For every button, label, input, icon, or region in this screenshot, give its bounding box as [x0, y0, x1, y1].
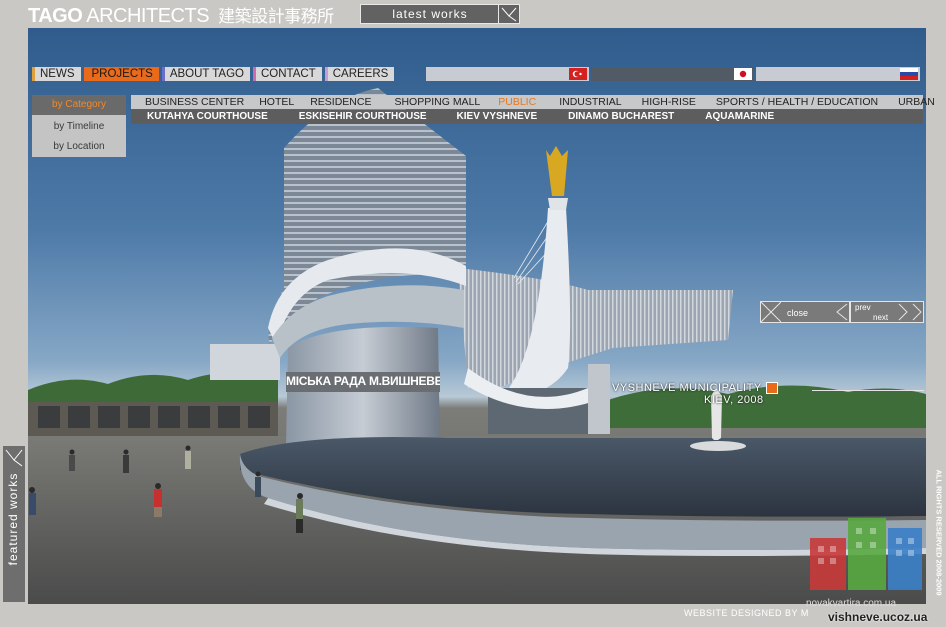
latest-works-button[interactable]: latest works [360, 4, 520, 24]
website-credit: WEBSITE DESIGNED BY M [684, 608, 809, 618]
language-turkish[interactable] [426, 67, 589, 81]
chevron-down-icon [498, 5, 519, 23]
category-urban[interactable]: URBAN [898, 95, 935, 109]
filter-by-category[interactable]: by Category [32, 95, 126, 115]
featured-works-label: featured works [6, 472, 20, 566]
chevron-left-icon [836, 303, 848, 321]
prev-next-control: prev next [850, 301, 924, 323]
close-button[interactable]: close [760, 301, 850, 323]
category-industrial[interactable]: INDUSTRIAL [559, 95, 621, 109]
copyright-notice: ALL RIGHTS RESERVED 2008-2009 [929, 460, 945, 608]
filter-by-timeline[interactable]: by Timeline [32, 117, 126, 137]
close-label: close [787, 308, 809, 318]
site-watermark: vishneve.ucoz.ua [828, 610, 928, 624]
source-watermark: novakvartira.com.ua [806, 598, 897, 609]
chevron-right-icon [898, 303, 908, 321]
chevron-right-icon [912, 303, 922, 321]
nav-item-careers[interactable]: CAREERS [324, 67, 395, 81]
category-bar: BUSINESS CENTER HOTEL RESIDENCE SHOPPING… [131, 95, 935, 109]
prev-button[interactable]: prev [855, 303, 871, 312]
copyright-text: ALL RIGHTS RESERVED 2008-2009 [934, 469, 944, 596]
category-sports-health-education[interactable]: SPORTS / HEALTH / EDUCATION [716, 95, 878, 109]
russian-flag-icon [900, 68, 918, 80]
language-russian[interactable] [756, 67, 920, 81]
project-list: KUTAHYA COURTHOUSE ESKISEHIR COURTHOUSE … [131, 110, 923, 124]
filter-by-location[interactable]: by Location [32, 137, 126, 157]
caption-marker-icon [765, 382, 778, 394]
latest-works-label: latest works [392, 7, 468, 21]
project-caption-title: VYSHNEVE MUNICIPALITY [612, 382, 762, 394]
category-high-rise[interactable]: HIGH-RISE [642, 95, 696, 109]
brand-name-cjk: 建築設計事務所 [218, 7, 334, 26]
category-shopping-mall[interactable]: SHOPPING MALL [394, 95, 480, 109]
brand-name-rest: ARCHITECTS [86, 5, 210, 27]
project-dinamo-bucharest[interactable]: DINAMO BUCHAREST [568, 110, 674, 124]
category-public[interactable]: PUBLIC [498, 95, 536, 109]
brand-name-bold: TAGO [28, 5, 83, 27]
category-business-center[interactable]: BUSINESS CENTER [145, 95, 244, 109]
main-nav: NEWS PROJECTS ABOUT TAGO CONTACT CAREERS [32, 67, 397, 81]
filter-mode-panel: by Category by Timeline by Location [32, 95, 126, 157]
project-aquamarine[interactable]: AQUAMARINE [705, 110, 774, 124]
building-sign: МІСЬКА РАДА М.ВИШНЕВЕ [286, 374, 440, 388]
project-eskisehir-courthouse[interactable]: ESKISEHIR COURTHOUSE [299, 110, 427, 124]
turkish-flag-icon [569, 68, 587, 80]
nav-item-projects[interactable]: PROJECTS [83, 67, 159, 81]
brand-logo[interactable]: TAGO ARCHITECTS 建築設計事務所 [28, 2, 334, 27]
project-caption-subtitle: KIEV, 2008 [704, 394, 764, 406]
next-button[interactable]: next [873, 313, 888, 322]
collapse-icon [761, 302, 781, 322]
nav-item-about[interactable]: ABOUT TAGO [161, 67, 250, 81]
nav-item-contact[interactable]: CONTACT [252, 67, 322, 81]
nav-item-news[interactable]: NEWS [32, 67, 81, 81]
category-residence[interactable]: RESIDENCE [310, 95, 371, 109]
project-kutahya-courthouse[interactable]: KUTAHYA COURTHOUSE [147, 110, 268, 124]
japanese-flag-icon [734, 68, 752, 80]
project-caption: VYSHNEVE MUNICIPALITY KIEV, 2008 [612, 382, 778, 406]
caption-line [812, 390, 924, 391]
language-japanese[interactable] [591, 67, 754, 81]
featured-works-tab[interactable]: featured works [3, 446, 25, 602]
category-hotel[interactable]: HOTEL [259, 95, 294, 109]
project-kiev-vyshneve[interactable]: KIEV VYSHNEVE [457, 110, 538, 124]
